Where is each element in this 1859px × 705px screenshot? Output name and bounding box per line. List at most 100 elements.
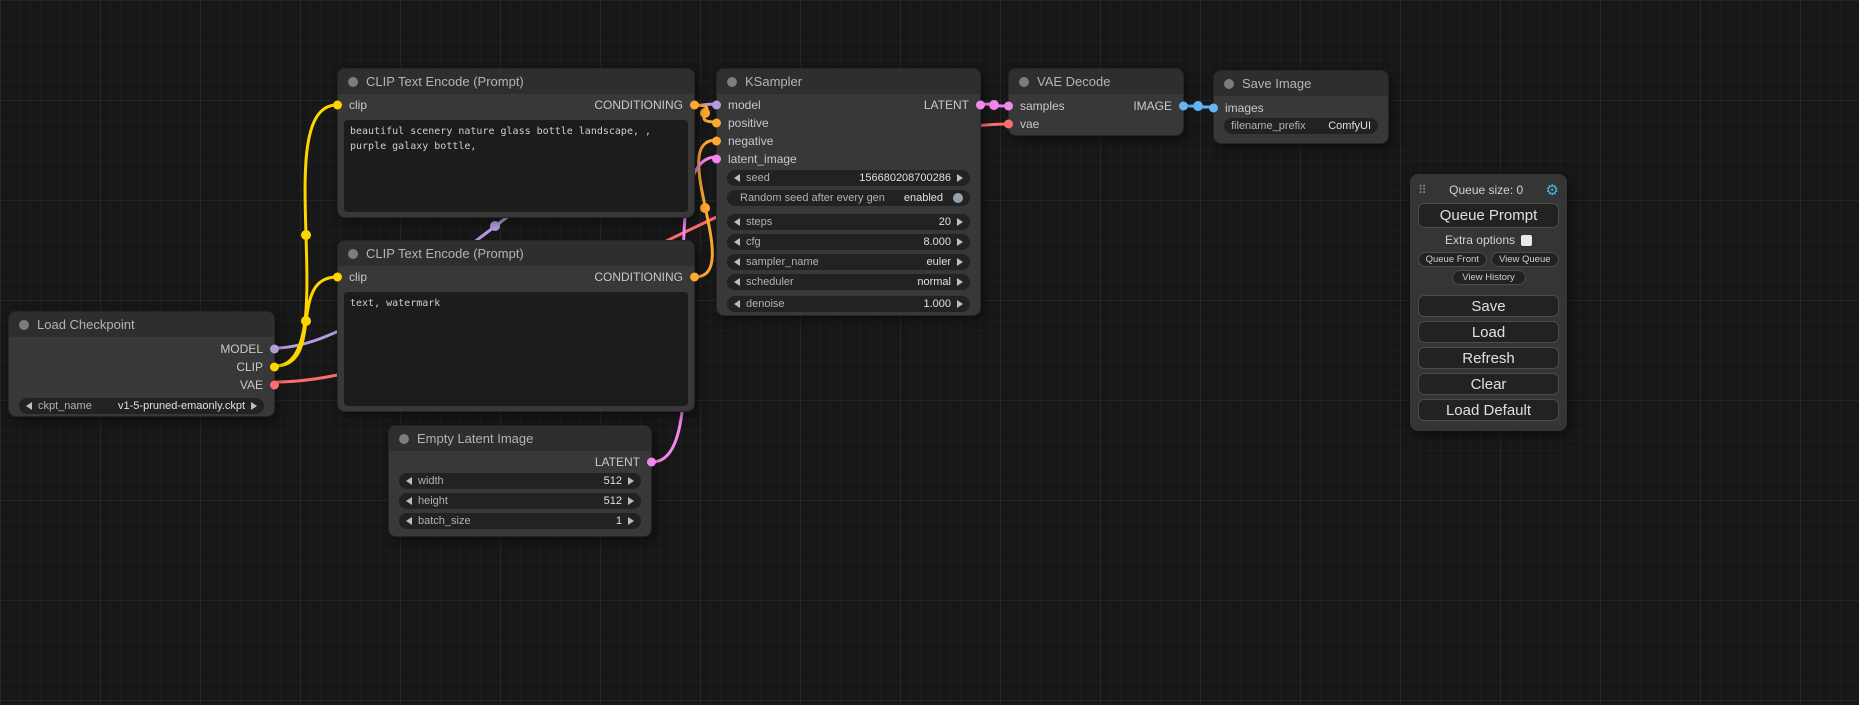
node-title-bar[interactable]: VAE Decode — [1009, 69, 1183, 94]
extra-options-row: Extra options — [1418, 231, 1559, 249]
increment-arrow-icon[interactable] — [957, 258, 963, 266]
queue-panel: ⠿ Queue size: 0 ⚙ Queue Prompt Extra opt… — [1410, 174, 1567, 431]
input-port-vae[interactable] — [1004, 120, 1013, 129]
node-clip-text-encode-positive[interactable]: CLIP Text Encode (Prompt) clip CONDITION… — [337, 68, 695, 218]
widget-denoise[interactable]: denoise 1.000 — [727, 296, 970, 312]
node-title-bar[interactable]: Load Checkpoint — [9, 312, 274, 337]
input-port-negative[interactable] — [712, 137, 721, 146]
output-port-conditioning[interactable] — [690, 101, 699, 110]
collapse-dot-icon[interactable] — [348, 249, 358, 259]
node-title: Save Image — [1242, 76, 1311, 91]
increment-arrow-icon[interactable] — [957, 278, 963, 286]
slot-row-positive: positive — [717, 114, 980, 132]
widget-height[interactable]: height 512 — [399, 493, 641, 509]
extra-options-checkbox[interactable] — [1521, 235, 1532, 246]
increment-arrow-icon[interactable] — [251, 402, 257, 410]
queue-size-label: Queue size: 0 — [1427, 183, 1546, 197]
increment-arrow-icon[interactable] — [957, 174, 963, 182]
input-label-clip: clip — [349, 98, 367, 112]
widget-ckpt-name[interactable]: ckpt_name v1-5-pruned-emaonly.ckpt — [19, 398, 264, 414]
output-port-clip[interactable] — [270, 363, 279, 372]
increment-arrow-icon[interactable] — [957, 300, 963, 308]
view-queue-button[interactable]: View Queue — [1491, 252, 1560, 267]
drag-handle-icon[interactable]: ⠿ — [1418, 183, 1427, 197]
increment-arrow-icon[interactable] — [628, 517, 634, 525]
widget-value: 512 — [604, 475, 622, 487]
widget-seed[interactable]: seed 156680208700286 — [727, 170, 970, 186]
node-title-bar[interactable]: CLIP Text Encode (Prompt) — [338, 241, 694, 266]
node-save-image[interactable]: Save Image images filename_prefix ComfyU… — [1213, 70, 1389, 144]
widget-scheduler[interactable]: scheduler normal — [727, 274, 970, 290]
save-button[interactable]: Save — [1418, 295, 1559, 317]
widget-label: steps — [746, 216, 772, 228]
prompt-textarea[interactable]: text, watermark — [344, 292, 688, 406]
output-port-image[interactable] — [1179, 102, 1188, 111]
input-port-clip[interactable] — [333, 101, 342, 110]
node-empty-latent-image[interactable]: Empty Latent Image LATENT width 512 heig… — [388, 425, 652, 537]
increment-arrow-icon[interactable] — [628, 477, 634, 485]
node-title-bar[interactable]: KSampler — [717, 69, 980, 94]
decrement-arrow-icon[interactable] — [406, 477, 412, 485]
load-default-button[interactable]: Load Default — [1418, 399, 1559, 421]
widget-label: ckpt_name — [38, 400, 92, 412]
widget-batch-size[interactable]: batch_size 1 — [399, 513, 641, 529]
widget-value: 156680208700286 — [859, 172, 951, 184]
prompt-textarea[interactable]: beautiful scenery nature glass bottle la… — [344, 120, 688, 212]
input-label-images: images — [1225, 101, 1264, 115]
widget-value: 1.000 — [923, 298, 951, 310]
collapse-dot-icon[interactable] — [1224, 79, 1234, 89]
queue-front-button[interactable]: Queue Front — [1418, 252, 1487, 267]
decrement-arrow-icon[interactable] — [734, 238, 740, 246]
node-load-checkpoint[interactable]: Load Checkpoint MODEL CLIP VAE ckpt_name… — [8, 311, 275, 417]
load-button[interactable]: Load — [1418, 321, 1559, 343]
settings-gear-icon[interactable]: ⚙ — [1546, 181, 1559, 199]
decrement-arrow-icon[interactable] — [734, 174, 740, 182]
input-port-clip[interactable] — [333, 273, 342, 282]
decrement-arrow-icon[interactable] — [734, 218, 740, 226]
output-port-latent[interactable] — [647, 458, 656, 467]
collapse-dot-icon[interactable] — [1019, 77, 1029, 87]
output-port-latent[interactable] — [976, 101, 985, 110]
toggle-dot[interactable] — [953, 193, 963, 203]
increment-arrow-icon[interactable] — [957, 238, 963, 246]
output-port-vae[interactable] — [270, 381, 279, 390]
widget-random-seed-toggle[interactable]: Random seed after every gen enabled — [727, 190, 970, 206]
decrement-arrow-icon[interactable] — [26, 402, 32, 410]
refresh-button[interactable]: Refresh — [1418, 347, 1559, 369]
widget-cfg[interactable]: cfg 8.000 — [727, 234, 970, 250]
node-ksampler[interactable]: KSampler model LATENT positive negative … — [716, 68, 981, 316]
collapse-dot-icon[interactable] — [19, 320, 29, 330]
queue-prompt-button[interactable]: Queue Prompt — [1418, 203, 1559, 228]
input-port-positive[interactable] — [712, 119, 721, 128]
decrement-arrow-icon[interactable] — [734, 258, 740, 266]
input-port-model[interactable] — [712, 101, 721, 110]
widget-label: seed — [746, 172, 770, 184]
increment-arrow-icon[interactable] — [957, 218, 963, 226]
collapse-dot-icon[interactable] — [348, 77, 358, 87]
widget-label: sampler_name — [746, 256, 819, 268]
output-port-conditioning[interactable] — [690, 273, 699, 282]
widget-sampler-name[interactable]: sampler_name euler — [727, 254, 970, 270]
collapse-dot-icon[interactable] — [399, 434, 409, 444]
widget-filename-prefix[interactable]: filename_prefix ComfyUI — [1224, 118, 1378, 134]
input-port-latent-image[interactable] — [712, 155, 721, 164]
node-title-bar[interactable]: Empty Latent Image — [389, 426, 651, 451]
widget-width[interactable]: width 512 — [399, 473, 641, 489]
widget-steps[interactable]: steps 20 — [727, 214, 970, 230]
clear-button[interactable]: Clear — [1418, 373, 1559, 395]
node-title-bar[interactable]: Save Image — [1214, 71, 1388, 96]
increment-arrow-icon[interactable] — [628, 497, 634, 505]
output-port-model[interactable] — [270, 345, 279, 354]
decrement-arrow-icon[interactable] — [734, 278, 740, 286]
decrement-arrow-icon[interactable] — [406, 497, 412, 505]
input-port-samples[interactable] — [1004, 102, 1013, 111]
input-port-images[interactable] — [1209, 104, 1218, 113]
node-clip-text-encode-negative[interactable]: CLIP Text Encode (Prompt) clip CONDITION… — [337, 240, 695, 412]
decrement-arrow-icon[interactable] — [734, 300, 740, 308]
node-title-bar[interactable]: CLIP Text Encode (Prompt) — [338, 69, 694, 94]
view-history-button[interactable]: View History — [1452, 270, 1526, 285]
comfyui-canvas[interactable]: { "colors": { "model": "#B39DDB", "clip"… — [0, 0, 1859, 705]
node-vae-decode[interactable]: VAE Decode samples IMAGE vae — [1008, 68, 1184, 136]
decrement-arrow-icon[interactable] — [406, 517, 412, 525]
collapse-dot-icon[interactable] — [727, 77, 737, 87]
